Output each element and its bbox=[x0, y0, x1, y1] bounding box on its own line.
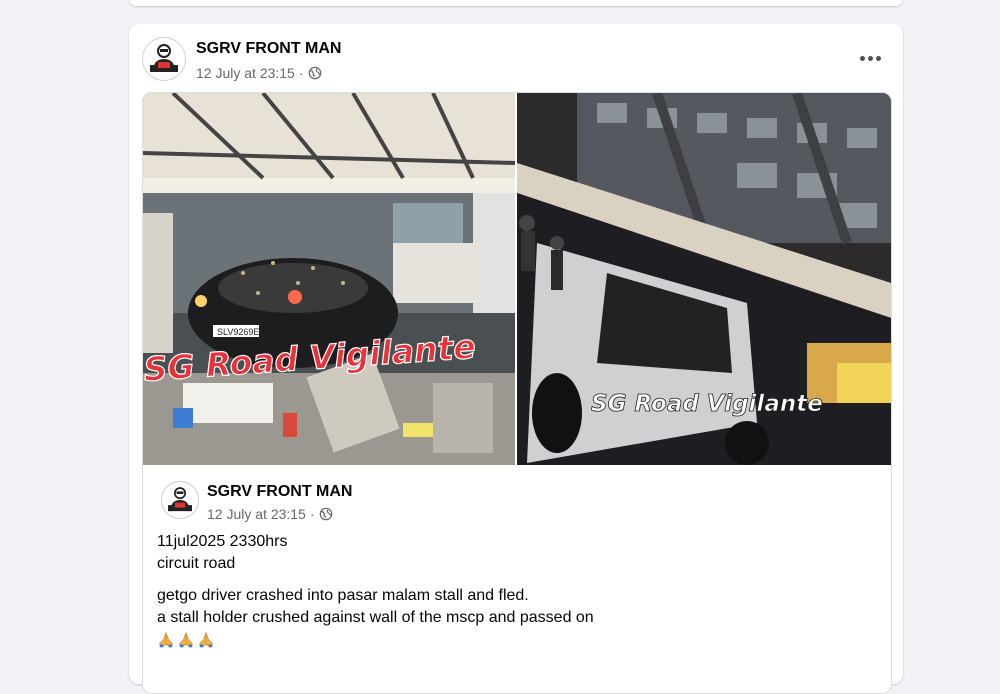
shared-post-timestamp[interactable]: 12 July at 23:15 bbox=[207, 506, 306, 522]
cctv-photo: SG Road Vigilante bbox=[517, 93, 891, 465]
folded-hands-icon bbox=[199, 631, 213, 648]
meta-separator: · bbox=[309, 506, 315, 522]
post-text-line: getgo driver crashed into pasar malam st… bbox=[157, 587, 529, 604]
shared-author-avatar[interactable] bbox=[161, 481, 199, 519]
folded-hands-icon bbox=[159, 631, 173, 648]
emoji-row bbox=[157, 631, 215, 649]
post-author-name[interactable]: SGRV FRONT MAN bbox=[196, 40, 341, 58]
more-dot bbox=[875, 55, 881, 61]
shared-post-meta: 12 July at 23:15 · bbox=[207, 506, 333, 522]
author-avatar[interactable] bbox=[142, 37, 186, 81]
post-text-line: a stall holder crushed against wall of t… bbox=[157, 609, 594, 626]
meta-separator: · bbox=[298, 65, 304, 81]
post-photo-right[interactable]: SG Road Vigilante bbox=[517, 93, 891, 465]
post-photo-left[interactable]: SLV9269E SG Road Vigilante bbox=[143, 93, 515, 465]
avatar-icon bbox=[162, 482, 198, 518]
more-dot bbox=[867, 55, 873, 61]
watermark-text-right: SG Road Vigilante bbox=[591, 391, 823, 417]
globe-icon[interactable] bbox=[308, 66, 322, 80]
previous-post-card bbox=[129, 0, 903, 6]
shared-author-name[interactable]: SGRV FRONT MAN bbox=[207, 483, 352, 501]
folded-hands-icon bbox=[179, 631, 193, 648]
number-plate: SLV9269E bbox=[217, 327, 259, 337]
post-meta: 12 July at 23:15 · bbox=[196, 65, 322, 81]
post-card: SGRV FRONT MAN 12 July at 23:15 · SLV926… bbox=[129, 24, 903, 694]
globe-icon[interactable] bbox=[319, 507, 333, 521]
post-text-date: 11jul2025 2330hrs bbox=[157, 533, 288, 550]
crash-scene-photo: SLV9269E SG Road Vigilante bbox=[143, 93, 515, 465]
more-options-button[interactable] bbox=[854, 42, 886, 74]
avatar-icon bbox=[143, 38, 185, 80]
shared-post[interactable]: SLV9269E SG Road Vigilante SG Road Vigil… bbox=[142, 92, 892, 694]
post-timestamp[interactable]: 12 July at 23:15 bbox=[196, 65, 295, 81]
more-options-icon bbox=[859, 55, 865, 61]
post-text-location: circuit road bbox=[157, 555, 236, 572]
